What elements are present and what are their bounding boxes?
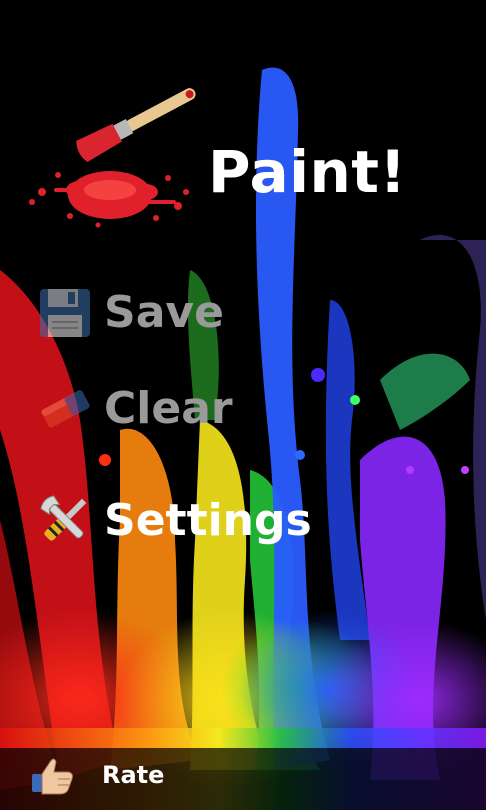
thumbs-up-icon bbox=[32, 758, 73, 795]
rate-label: Rate bbox=[102, 761, 165, 789]
clear-label: Clear bbox=[104, 382, 233, 434]
clear-button[interactable]: Clear bbox=[34, 377, 233, 439]
rate-button[interactable]: Rate bbox=[30, 752, 164, 798]
save-button[interactable]: Save bbox=[34, 281, 224, 343]
settings-label: Settings bbox=[104, 494, 312, 546]
paint-brush-logo-icon bbox=[29, 88, 196, 228]
app-title: Paint! bbox=[208, 138, 407, 206]
save-label: Save bbox=[104, 286, 224, 338]
eraser-icon bbox=[41, 390, 90, 428]
settings-button[interactable]: Settings bbox=[34, 489, 312, 551]
floppy-disk-icon bbox=[40, 289, 90, 337]
wrench-screwdriver-icon bbox=[40, 495, 87, 541]
